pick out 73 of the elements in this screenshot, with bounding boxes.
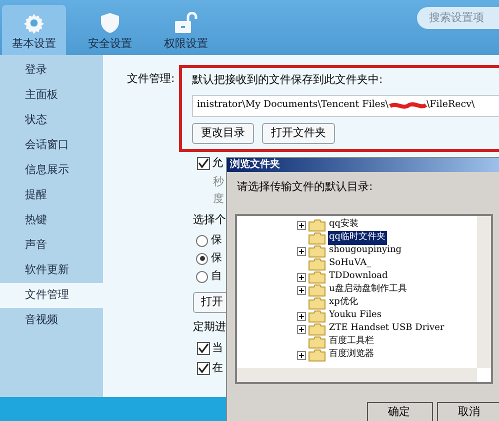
folder-icon [308,322,326,336]
tree-item[interactable]: 百度工具栏 [328,335,375,349]
sidebar-item[interactable]: 软件更新 [0,258,103,283]
radio-button[interactable] [196,234,208,246]
checkbox[interactable] [197,157,210,170]
section-heading: 定期进 [193,319,226,335]
shield-icon [100,12,120,34]
tree-item[interactable]: 百度浏览器 [328,348,375,362]
sidebar-item[interactable]: 登录 [0,58,103,83]
option-label: 在 [212,360,223,376]
sidebar-item[interactable]: 提醒 [0,183,103,208]
unlocked-padlock-icon [174,12,198,34]
field-label: 文件管理: [127,71,176,87]
sidebar-item[interactable]: 主面板 [0,83,103,108]
dialog-prompt: 请选择传输文件的默认目录: [236,179,374,195]
tree-item[interactable]: qq安装 [328,218,360,232]
tree-item[interactable]: shougoupinying [328,244,403,258]
toolbar-tab[interactable]: 安全设置 [78,5,142,55]
folder-icon [308,336,326,348]
prompt-text: 默认把接收到的文件保存到此文件夹中: [192,72,384,88]
dialog-title: 浏览文件夹 [230,160,280,170]
radio-button[interactable] [196,270,208,282]
option-label: 保 [211,232,222,248]
sidebar-item[interactable]: 热键 [0,208,103,233]
tree-item[interactable]: ZTE Handset USB Driver [328,322,446,336]
tree-item[interactable]: xp优化 [328,296,359,310]
expand-icon[interactable] [297,220,306,230]
folder-icon [308,284,326,296]
folder-icon [308,218,326,232]
expand-icon[interactable] [297,246,306,256]
tree-item[interactable]: qq临时文件夹 [328,231,387,245]
note-text: 秒 [212,174,224,190]
sidebar-item[interactable]: 信息展示 [0,158,103,183]
expand-icon[interactable] [297,272,306,282]
tree-item[interactable]: Youku Files [328,309,382,323]
section-heading: 选择个 [193,212,226,228]
expand-icon[interactable] [297,324,306,334]
expand-icon[interactable] [297,312,306,320]
action-button[interactable]: 打开文件夹 [262,122,335,144]
tree-item[interactable]: TDDownload [328,270,389,284]
redaction-scribble-icon [388,102,427,110]
sidebar-item[interactable]: 声音 [0,233,103,258]
radio-button[interactable] [196,252,208,264]
action-button[interactable]: 更改目录 [192,122,254,144]
toolbar-tab[interactable]: 基本设置 [2,5,66,55]
sidebar-item[interactable]: 会话窗口 [0,133,103,158]
sidebar-item[interactable]: 状态 [0,108,103,133]
option-label: 允 [212,155,223,172]
note-text: 度 [212,190,224,206]
expand-icon[interactable] [297,350,306,360]
path-field[interactable]: inistrator\My Documents\Tencent Files\ \FileRecv\ [192,94,499,116]
folder-icon [308,310,326,322]
option-label: 保 [211,250,222,266]
checkbox[interactable] [197,362,210,375]
sidebar-item[interactable]: 音视频 [0,308,103,333]
option-label: 当 [212,340,223,356]
search-field[interactable]: 搜索设置项 [417,6,499,28]
sidebar-item[interactable]: 文件管理 [0,283,103,308]
folder-icon [308,244,326,258]
tree-item[interactable]: SoHuVA_ [328,257,372,271]
folder-icon [308,232,326,244]
folder-icon [308,270,326,284]
folder-icon [308,296,326,310]
toolbar-tab[interactable]: 权限设置 [154,5,218,55]
folder-icon [308,348,326,362]
dialog-button[interactable]: 取消 [437,402,499,421]
tree-item[interactable]: u盘启动盘制作工具 [328,283,408,297]
expand-icon[interactable] [297,286,306,294]
checkbox[interactable] [197,342,210,355]
folder-icon [308,258,326,270]
gear-icon [23,12,45,34]
option-label: 自 [211,268,222,284]
dialog-button[interactable]: 确定 [367,402,433,421]
